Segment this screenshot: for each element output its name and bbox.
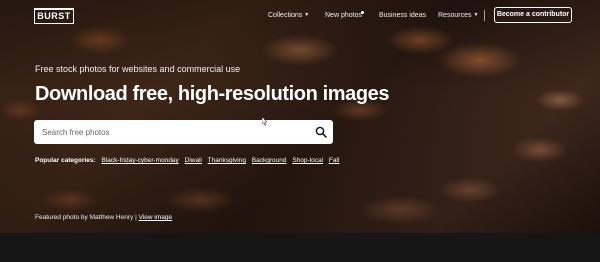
category-link[interactable]: Shop-local: [292, 157, 323, 164]
category-link[interactable]: Background: [252, 157, 287, 164]
new-indicator-dot: [361, 11, 364, 14]
popular-categories-label: Popular categories:: [35, 157, 96, 164]
burst-logo[interactable]: BURST: [34, 8, 74, 24]
hero-headline: Download free, high-resolution images: [35, 83, 390, 105]
hero-background: [0, 0, 600, 233]
featured-credit-text: Featured photo by Matthew Henry |: [35, 214, 137, 221]
popular-categories: Popular categories: Black-friday-cyber-m…: [35, 157, 343, 164]
nav-business-ideas[interactable]: Business ideas: [379, 12, 426, 19]
top-nav: BURST Collections ▼ New photos Business i…: [0, 0, 600, 32]
chevron-down-icon: ▼: [304, 12, 310, 18]
category-link[interactable]: Black-friday-cyber-monday: [102, 157, 179, 164]
chevron-down-icon: ▼: [473, 12, 479, 18]
nav-new-photos[interactable]: New photos: [325, 12, 362, 19]
become-contributor-button[interactable]: Become a contributor: [494, 7, 572, 23]
category-link[interactable]: Fall: [329, 157, 339, 164]
search-bar: [34, 120, 333, 144]
view-image-link[interactable]: View image: [139, 214, 172, 221]
search-icon[interactable]: [315, 126, 327, 138]
nav-resources[interactable]: Resources ▼: [438, 12, 478, 19]
page-bottom-area: [0, 233, 600, 262]
nav-divider: [484, 10, 485, 21]
category-link[interactable]: Thanksgiving: [208, 157, 246, 164]
search-input[interactable]: [42, 124, 302, 140]
nav-collections[interactable]: Collections ▼: [268, 12, 309, 19]
hero-subtitle: Free stock photos for websites and comme…: [35, 64, 241, 74]
featured-photo-credit: Featured photo by Matthew Henry | View i…: [35, 214, 172, 221]
mouse-cursor-icon: [262, 117, 268, 126]
category-link[interactable]: Diwali: [185, 157, 202, 164]
